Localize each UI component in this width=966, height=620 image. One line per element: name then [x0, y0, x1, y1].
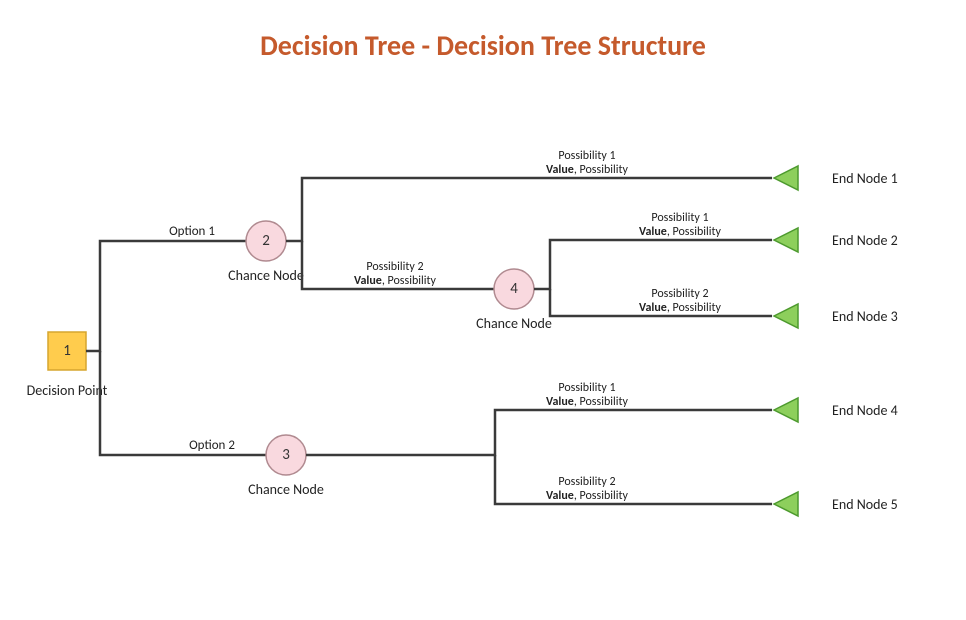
option2-label: Option 2 [189, 438, 235, 453]
branch-chance3-to-end4 [306, 410, 772, 455]
end-node-3-icon [774, 304, 798, 328]
option1-label: Option 1 [169, 224, 215, 239]
end-node-4-label: End Node 4 [832, 402, 898, 419]
decision-tree-diagram: 1 Decision Point Option 1 Option 2 2 Cha… [0, 0, 966, 620]
end-node-2-label: End Node 2 [832, 232, 898, 249]
end-node-5-label: End Node 5 [832, 496, 898, 513]
poss1-end4-bot: Value, Possibility [546, 395, 629, 409]
branch-chance4-to-end2 [534, 240, 772, 289]
end-node-4-icon [774, 398, 798, 422]
poss1-end2-top: Possibility 1 [651, 211, 708, 225]
poss1-end4-top: Possibility 1 [558, 381, 615, 395]
end-node-2-icon [774, 228, 798, 252]
branch-root-to-chance3 [100, 351, 266, 455]
end-node-1-label: End Node 1 [832, 170, 898, 187]
branch-chance3-to-end5 [495, 455, 772, 504]
poss2-to4-bot: Value, Possibility [354, 274, 437, 288]
chance-node-3: 3 Chance Node [248, 435, 324, 498]
poss1-end1-top: Possibility 1 [558, 149, 615, 163]
decision-node-number: 1 [63, 342, 71, 360]
chance-node-4-number: 4 [510, 280, 518, 298]
end-node-5-icon [774, 492, 798, 516]
decision-node-label: Decision Point [27, 382, 108, 399]
chance-node-4-label: Chance Node [476, 315, 552, 332]
poss2-end3-top: Possibility 2 [651, 287, 708, 301]
poss1-end1-bot: Value, Possibility [546, 163, 629, 177]
chance-node-4: 4 Chance Node [476, 269, 552, 332]
chance-node-3-label: Chance Node [248, 481, 324, 498]
chance-node-2-label: Chance Node [228, 267, 304, 284]
end-node-3-label: End Node 3 [832, 308, 898, 325]
chance-node-3-number: 3 [282, 446, 290, 464]
poss2-to4-top: Possibility 2 [366, 260, 423, 274]
poss2-end3-bot: Value, Possibility [639, 301, 722, 315]
poss2-end5-top: Possibility 2 [558, 475, 615, 489]
chance-node-2: 2 Chance Node [228, 221, 304, 284]
chance-node-2-number: 2 [262, 232, 270, 250]
branch-root-to-chance2 [86, 241, 246, 351]
decision-node: 1 Decision Point [27, 332, 108, 399]
poss1-end2-bot: Value, Possibility [639, 225, 722, 239]
poss2-end5-bot: Value, Possibility [546, 489, 629, 503]
